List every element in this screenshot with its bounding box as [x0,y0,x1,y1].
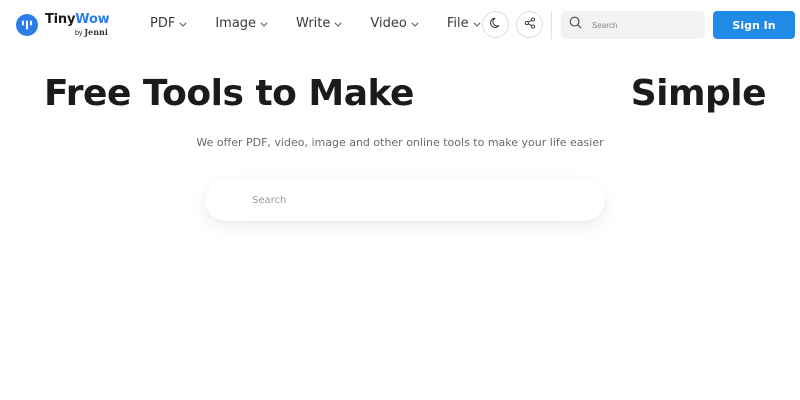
search-icon [569,16,582,34]
hero-subtitle: We offer PDF, video, image and other onl… [196,136,604,149]
theme-toggle-button[interactable] [482,11,509,38]
logo-by-prefix: by [75,30,83,37]
logo-by-name: Jenni [84,27,108,37]
hero-title: Free Tools to Make [44,73,414,114]
share-button[interactable] [516,11,543,38]
logo-name-main: Tiny [45,12,76,27]
logo-mark-icon [16,14,38,36]
hero-search-box[interactable] [205,179,605,221]
nav-item-label: Video [370,16,407,31]
nav-item-label: Image [215,16,257,31]
header-search-input[interactable] [590,19,694,31]
hero-title-rotating-word: Simple [630,73,767,114]
tinywow-logo[interactable]: TinyWow by Jenni [16,12,110,37]
sign-in-button[interactable]: Sign In [713,11,795,39]
nav-item-file[interactable]: File [447,16,481,31]
chevron-down-icon [260,16,268,31]
nav-item-write[interactable]: Write [296,16,342,31]
main-nav: PDF Image Write Video File [150,16,509,31]
header-divider [551,11,552,39]
top-header: TinyWow by Jenni PDF Image Write Video F… [0,0,800,50]
nav-item-pdf[interactable]: PDF [150,16,187,31]
chevron-down-icon [472,16,481,31]
header-search-box[interactable] [561,11,705,39]
logo-byline: by Jenni [45,28,109,37]
logo-name-accent: Wow [75,12,110,27]
hero-search-input[interactable] [250,193,574,207]
share-icon [524,16,536,34]
moon-icon [489,16,502,34]
chevron-down-icon [179,16,187,31]
nav-item-label: PDF [150,16,176,31]
nav-item-label: File [446,16,469,31]
nav-item-label: Write [296,16,331,31]
logo-wordmark: TinyWow by Jenni [45,12,110,37]
chevron-down-icon [411,16,419,31]
nav-item-video[interactable]: Video [370,16,419,31]
chevron-down-icon [334,16,342,31]
logo-name: TinyWow [45,12,110,27]
nav-item-image[interactable]: Image [215,16,268,31]
